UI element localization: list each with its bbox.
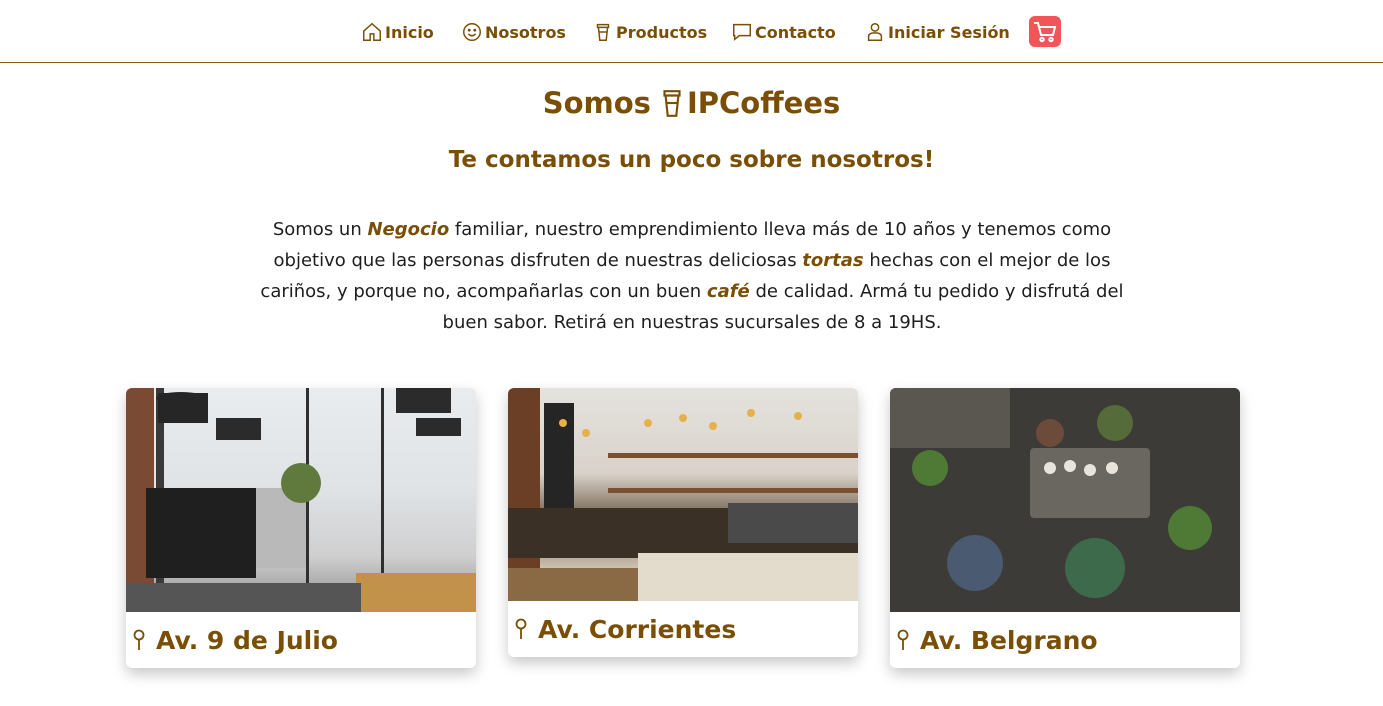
branch-location: Av. Belgrano	[890, 612, 1240, 668]
nav-inicio-label: Inicio	[385, 22, 434, 42]
page-title: Somos IPCoffees	[0, 86, 1383, 120]
cart-icon	[1034, 21, 1057, 42]
location-pin-icon	[515, 618, 527, 639]
nav-productos[interactable]: Productos	[592, 17, 707, 47]
nav-nosotros[interactable]: Nosotros	[461, 17, 566, 47]
branch-photo	[126, 388, 476, 612]
intro-em-negocio: Negocio	[367, 219, 450, 240]
page-subtitle: Te contamos un poco sobre nosotros!	[448, 147, 935, 173]
intro-em-tortas: tortas	[802, 250, 864, 271]
title-brand: IPCoffees	[686, 86, 841, 120]
branch-location: Av. 9 de Julio	[126, 612, 476, 668]
chat-icon	[733, 23, 751, 41]
branch-card-9-de-julio[interactable]: Av. 9 de Julio	[126, 388, 476, 668]
location-pin-icon	[897, 629, 909, 650]
branch-location: Av. Corrientes	[508, 601, 858, 657]
branch-photo	[890, 388, 1240, 612]
branch-name: Av. Corrientes	[538, 614, 737, 644]
branch-name: Av. Belgrano	[920, 625, 1098, 655]
coffee-cup-icon	[596, 23, 610, 41]
intro-text-1: Somos un	[272, 219, 368, 240]
smile-icon	[463, 23, 481, 41]
coffee-cup-icon	[663, 90, 681, 117]
cafe-window-illustration	[126, 388, 476, 612]
navbar: Inicio Nosotros Productos Contacto Inici…	[0, 0, 1383, 63]
nav-inicio[interactable]: Inicio	[361, 17, 434, 47]
nav-contacto-label: Contacto	[755, 22, 836, 42]
cafe-counter-illustration	[508, 388, 858, 601]
cart-button[interactable]	[1029, 16, 1061, 47]
user-icon	[867, 23, 883, 41]
nav-iniciar-sesion-label: Iniciar Sesión	[888, 22, 1010, 42]
barista-topdown-illustration	[890, 388, 1240, 612]
branch-card-belgrano[interactable]: Av. Belgrano	[890, 388, 1240, 668]
nav-contacto[interactable]: Contacto	[731, 17, 836, 47]
branch-card-corrientes[interactable]: Av. Corrientes	[508, 388, 858, 657]
branch-photo	[508, 388, 858, 601]
nav-productos-label: Productos	[616, 22, 708, 42]
nav-nosotros-label: Nosotros	[485, 22, 566, 42]
home-icon	[363, 22, 381, 41]
intro-paragraph: Somos un Negocio familiar, nuestro empre…	[258, 214, 1126, 338]
title-prefix: Somos	[542, 86, 651, 120]
branch-name: Av. 9 de Julio	[156, 625, 338, 655]
nav-iniciar-sesion[interactable]: Iniciar Sesión	[864, 17, 1010, 47]
location-pin-icon	[133, 629, 145, 650]
intro-em-cafe: café	[706, 281, 750, 302]
